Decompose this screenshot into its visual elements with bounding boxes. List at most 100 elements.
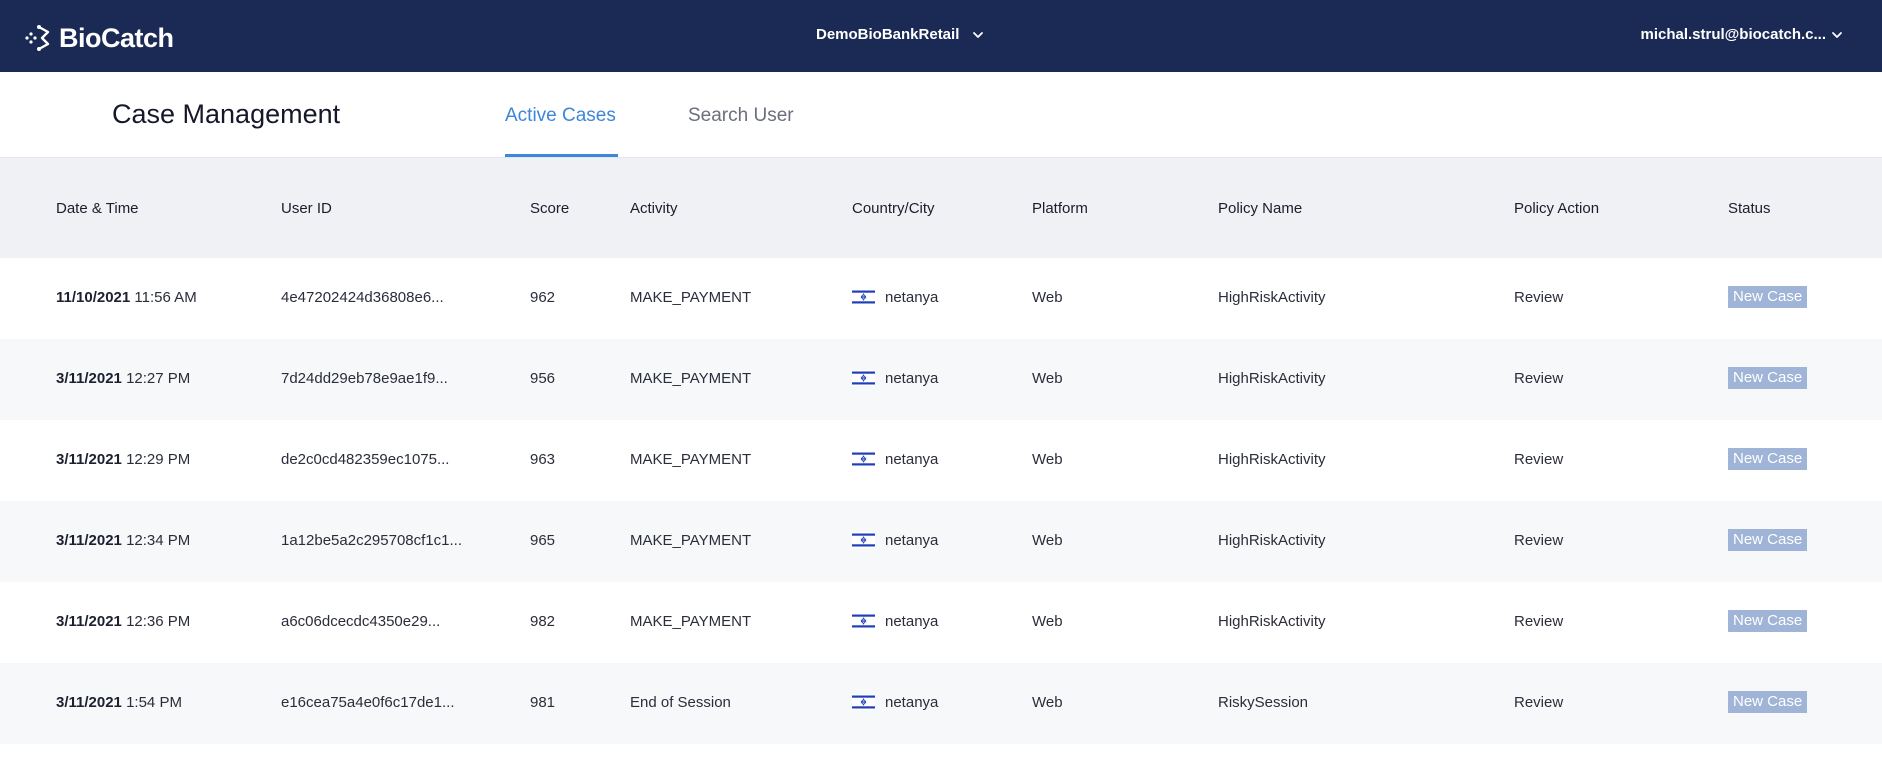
cell-country-city: netanya xyxy=(852,613,938,630)
cell-time: 11:56 AM xyxy=(134,289,197,306)
cell-activity: MAKE_PAYMENT xyxy=(630,451,752,468)
cell-platform: Web xyxy=(1032,532,1063,549)
cell-platform: Web xyxy=(1032,289,1063,306)
cell-policy-name: HighRiskActivity xyxy=(1218,289,1326,306)
biocatch-logo-icon xyxy=(25,25,50,51)
cell-time: 12:36 PM xyxy=(126,613,191,630)
cell-score: 982 xyxy=(530,613,556,630)
status-badge[interactable]: New Case xyxy=(1728,529,1808,551)
tenant-selector[interactable]: DemoBioBankRetail xyxy=(816,26,985,43)
chevron-down-icon xyxy=(973,31,984,38)
cell-activity: MAKE_PAYMENT xyxy=(630,613,752,630)
cell-date-time: 11/10/2021 11:56 AM xyxy=(56,289,197,306)
status-badge[interactable]: New Case xyxy=(1728,610,1808,632)
cell-policy-action: Review xyxy=(1514,613,1564,630)
cell-policy-name: HighRiskActivity xyxy=(1218,370,1326,387)
column-header-policy-name[interactable]: Policy Name xyxy=(1218,200,1302,217)
cell-policy-action: Review xyxy=(1514,370,1564,387)
cell-date-time: 3/11/2021 12:27 PM xyxy=(56,370,190,387)
cell-date-time: 3/11/2021 12:29 PM xyxy=(56,451,190,468)
cell-country-city: netanya xyxy=(852,289,938,306)
cell-user-id[interactable]: de2c0cd482359ec1075... xyxy=(281,451,449,468)
cell-country-city: netanya xyxy=(852,694,938,711)
cell-country-city: netanya xyxy=(852,451,938,468)
israel-flag-icon xyxy=(852,694,875,710)
israel-flag-icon xyxy=(852,370,875,386)
status-badge[interactable]: New Case xyxy=(1728,448,1808,470)
column-header-date-time[interactable]: Date & Time xyxy=(56,200,139,217)
cell-score: 963 xyxy=(530,451,556,468)
status-badge[interactable]: New Case xyxy=(1728,691,1808,713)
cell-platform: Web xyxy=(1032,694,1063,711)
table-row[interactable]: 3/11/2021 1:54 PM e16cea75a4e0f6c17de1..… xyxy=(0,663,1882,744)
cell-user-id[interactable]: 7d24dd29eb78e9ae1f9... xyxy=(281,370,448,387)
table-row[interactable]: 3/11/2021 12:36 PM a6c06dcecdc4350e29...… xyxy=(0,582,1882,663)
column-header-country-city[interactable]: Country/City xyxy=(852,200,935,217)
israel-flag-icon xyxy=(852,451,875,467)
cell-user-id[interactable]: 4e47202424d36808e6... xyxy=(281,289,444,306)
cell-platform: Web xyxy=(1032,451,1063,468)
table-body: 11/10/2021 11:56 AM 4e47202424d36808e6..… xyxy=(0,258,1882,744)
cell-policy-action: Review xyxy=(1514,451,1564,468)
table-row[interactable]: 3/11/2021 12:34 PM 1a12be5a2c295708cf1c1… xyxy=(0,501,1882,582)
column-header-policy-action[interactable]: Policy Action xyxy=(1514,200,1599,217)
cell-platform: Web xyxy=(1032,370,1063,387)
cell-city: netanya xyxy=(885,370,939,387)
cell-policy-action: Review xyxy=(1514,532,1564,549)
cell-country-city: netanya xyxy=(852,370,938,387)
column-header-activity[interactable]: Activity xyxy=(630,200,678,217)
cell-policy-name: HighRiskActivity xyxy=(1218,532,1326,549)
page-header: Case Management Active Cases Search User xyxy=(0,72,1882,158)
cell-city: netanya xyxy=(885,451,939,468)
cell-activity: MAKE_PAYMENT xyxy=(630,532,752,549)
tab-active-cases[interactable]: Active Cases xyxy=(505,105,616,127)
table-row[interactable]: 11/10/2021 11:56 AM 4e47202424d36808e6..… xyxy=(0,258,1882,339)
cell-policy-action: Review xyxy=(1514,694,1564,711)
column-header-user-id[interactable]: User ID xyxy=(281,200,332,217)
cell-score: 965 xyxy=(530,532,556,549)
cell-city: netanya xyxy=(885,289,939,306)
brand-logo[interactable]: BioCatch xyxy=(24,21,174,55)
table-row[interactable]: 3/11/2021 12:29 PM de2c0cd482359ec1075..… xyxy=(0,420,1882,501)
cell-city: netanya xyxy=(885,694,939,711)
cell-user-id[interactable]: e16cea75a4e0f6c17de1... xyxy=(281,694,455,711)
table-header: Date & Time User ID Score Activity Count… xyxy=(0,158,1882,258)
page-title: Case Management xyxy=(112,99,341,129)
cell-policy-name: RiskySession xyxy=(1218,694,1309,711)
user-menu[interactable]: michal.strul@biocatch.c... xyxy=(1640,26,1844,43)
cell-user-id[interactable]: a6c06dcecdc4350e29... xyxy=(281,613,440,630)
cell-policy-name: HighRiskActivity xyxy=(1218,451,1326,468)
column-header-score[interactable]: Score xyxy=(530,200,569,217)
cell-time: 12:34 PM xyxy=(126,532,191,549)
cell-score: 956 xyxy=(530,370,556,387)
cell-city: netanya xyxy=(885,613,939,630)
cell-date: 3/11/2021 xyxy=(56,694,122,711)
israel-flag-icon xyxy=(852,532,875,548)
table-row[interactable]: 3/11/2021 12:27 PM 7d24dd29eb78e9ae1f9..… xyxy=(0,339,1882,420)
tab-search-user[interactable]: Search User xyxy=(688,105,794,127)
cell-activity: MAKE_PAYMENT xyxy=(630,289,752,306)
top-bar: BioCatch DemoBioBankRetail michal.strul@… xyxy=(0,0,1882,72)
status-badge[interactable]: New Case xyxy=(1728,286,1808,308)
cell-date: 11/10/2021 xyxy=(56,289,131,306)
cell-time: 12:29 PM xyxy=(126,451,191,468)
column-header-platform[interactable]: Platform xyxy=(1032,200,1088,217)
cell-date-time: 3/11/2021 12:36 PM xyxy=(56,613,190,630)
column-header-status[interactable]: Status xyxy=(1728,200,1771,217)
cell-time: 1:54 PM xyxy=(126,694,182,711)
cell-user-id[interactable]: 1a12be5a2c295708cf1c1... xyxy=(281,532,462,549)
cell-country-city: netanya xyxy=(852,532,938,549)
cell-score: 962 xyxy=(530,289,556,306)
user-email: michal.strul@biocatch.c... xyxy=(1640,26,1826,43)
cell-date: 3/11/2021 xyxy=(56,532,122,549)
cell-date-time: 3/11/2021 1:54 PM xyxy=(56,694,182,711)
cell-date: 3/11/2021 xyxy=(56,451,122,468)
cell-time: 12:27 PM xyxy=(126,370,191,387)
active-tab-indicator xyxy=(505,154,618,157)
cell-date: 3/11/2021 xyxy=(56,613,122,630)
israel-flag-icon xyxy=(852,289,875,305)
status-badge[interactable]: New Case xyxy=(1728,367,1808,389)
cell-policy-name: HighRiskActivity xyxy=(1218,613,1326,630)
chevron-down-icon xyxy=(1832,31,1842,38)
cell-city: netanya xyxy=(885,532,939,549)
